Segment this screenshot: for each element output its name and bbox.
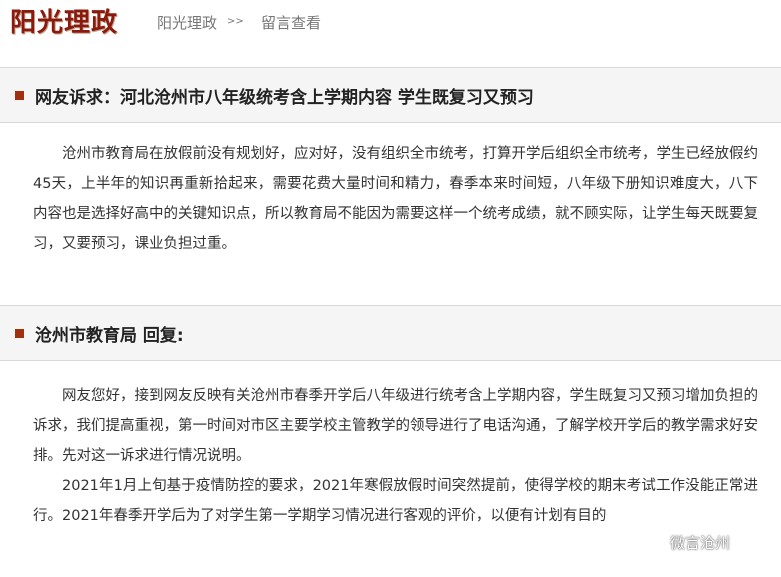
reply-paragraph: 2021年1月上旬基于疫情防控的要求，2021年寒假放假时间突然提前，使得学校的…	[33, 478, 758, 524]
watermark: 微言沧州	[648, 532, 730, 553]
nav-link-view-messages[interactable]: 留言查看	[261, 12, 321, 33]
watermark-text: 微言沧州	[670, 534, 731, 552]
square-bullet-icon	[15, 329, 24, 338]
square-bullet-icon	[15, 91, 24, 100]
reply-title: 沧州市教育局 回复:	[35, 326, 184, 346]
nav-link-sunshine-governance[interactable]: 阳光理政	[157, 12, 217, 33]
complaint-title: 网友诉求：河北沧州市八年级统考含上学期内容 学生既复习又预习	[35, 88, 534, 108]
reply-body: 网友您好，接到网友反映有关沧州市春季开学后八年级进行统考含上学期内容，学生既复习…	[33, 381, 758, 531]
breadcrumb-separator: >>	[227, 16, 244, 27]
reply-paragraph: 网友您好，接到网友反映有关沧州市春季开学后八年级进行统考含上学期内容，学生既复习…	[33, 388, 758, 464]
top-navigation-bar: 阳光理政 阳光理政 >> 留言查看	[0, 0, 781, 46]
complaint-body: 沧州市教育局在放假前没有规划好，应对好，没有组织全市统考，打算开学后组织全市统考…	[33, 139, 758, 259]
site-logo[interactable]: 阳光理政	[10, 2, 118, 39]
complaint-paragraph: 沧州市教育局在放假前没有规划好，应对好，没有组织全市统考，打算开学后组织全市统考…	[33, 146, 758, 252]
complaint-header: 网友诉求：河北沧州市八年级统考含上学期内容 学生既复习又预习	[0, 67, 781, 123]
reply-header: 沧州市教育局 回复:	[0, 305, 781, 361]
chat-bubble-icon	[648, 538, 666, 549]
